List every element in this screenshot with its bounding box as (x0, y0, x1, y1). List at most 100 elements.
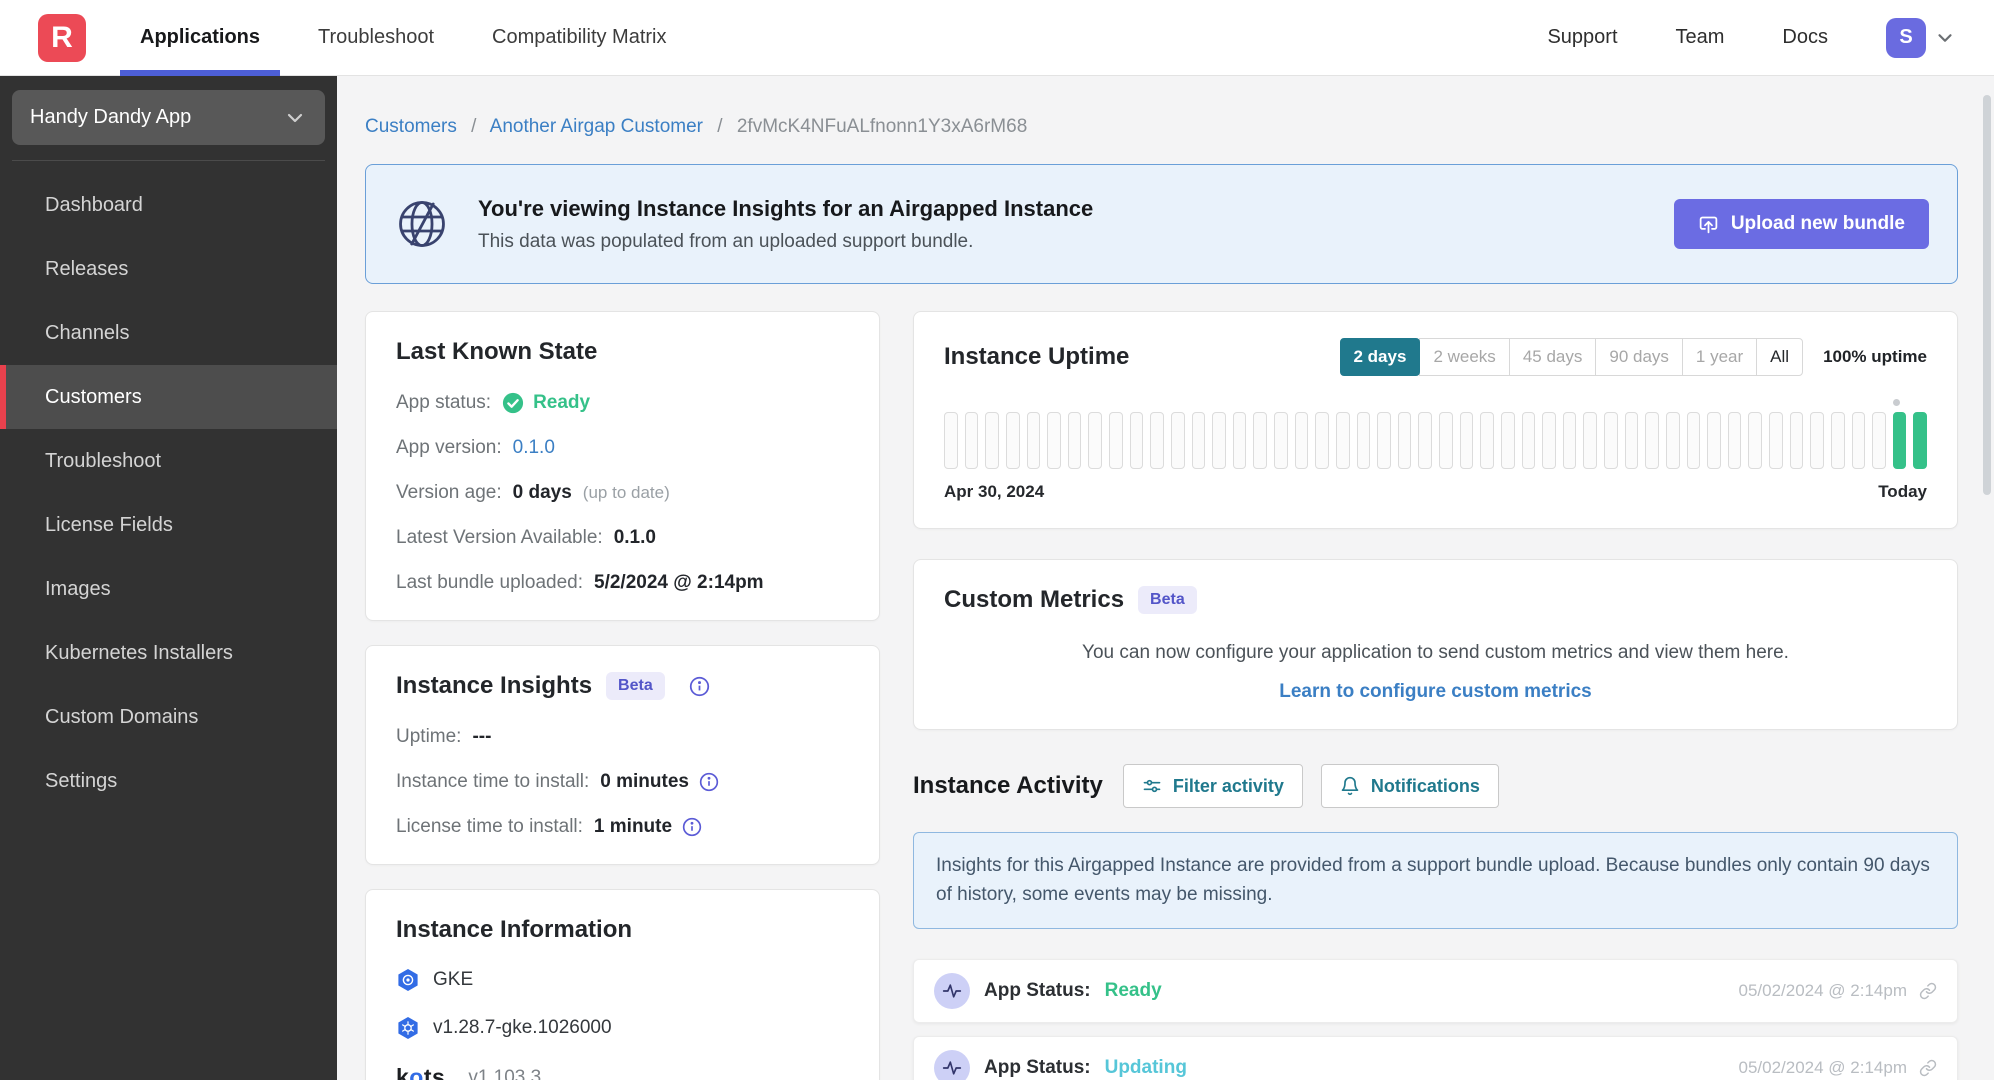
tab-applications[interactable]: Applications (119, 0, 281, 76)
sidebar-item-dashboard[interactable]: Dashboard (0, 173, 337, 237)
sidebar-item-custom-domains[interactable]: Custom Domains (0, 685, 337, 749)
uptime-bar-no-data[interactable] (1830, 412, 1845, 469)
link-icon[interactable] (1919, 1059, 1937, 1077)
uptime-bar-no-data[interactable] (1562, 412, 1577, 469)
uptime-bar-no-data[interactable] (1356, 412, 1371, 469)
uptime-bar-no-data[interactable] (1542, 412, 1556, 469)
info-icon[interactable] (682, 817, 702, 837)
link-icon[interactable] (1919, 982, 1937, 1000)
sidebar-item-troubleshoot[interactable]: Troubleshoot (0, 429, 337, 493)
uptime-end-date: Today (1878, 482, 1927, 501)
tab-troubleshoot[interactable]: Troubleshoot (314, 0, 438, 75)
uptime-bar-no-data[interactable] (1872, 412, 1886, 469)
range-1-year[interactable]: 1 year (1681, 338, 1758, 376)
range-2-weeks[interactable]: 2 weeks (1419, 338, 1510, 376)
uptime-bar-no-data[interactable] (1253, 412, 1267, 469)
uptime-bar-no-data[interactable] (1439, 412, 1453, 469)
configure-custom-metrics-link[interactable]: Learn to configure custom metrics (1279, 681, 1592, 702)
sidebar-item-channels[interactable]: Channels (0, 301, 337, 365)
uptime-bar-no-data[interactable] (1047, 412, 1061, 469)
info-icon[interactable] (699, 772, 719, 792)
chevron-down-icon (283, 106, 307, 130)
uptime-bar-no-data[interactable] (1521, 412, 1536, 469)
uptime-bar-no-data[interactable] (1769, 412, 1783, 469)
uptime-bar-no-data[interactable] (1645, 412, 1659, 469)
activity-event-row[interactable]: App Status: Ready 05/02/2024 @ 2:14pm (913, 958, 1958, 1023)
sidebar-item-images[interactable]: Images (0, 557, 337, 621)
uptime-bar-no-data[interactable] (1604, 412, 1618, 469)
sidebar-item-kubernetes-installers[interactable]: Kubernetes Installers (0, 621, 337, 685)
breadcrumb-separator: / (471, 116, 477, 137)
info-icon[interactable] (689, 676, 710, 697)
app-status-label: App status: (396, 392, 492, 413)
uptime-bar-no-data[interactable] (1810, 412, 1824, 469)
uptime-bar-no-data[interactable] (1624, 412, 1639, 469)
avatar[interactable]: S (1886, 17, 1926, 58)
sidebar-item-license-fields[interactable]: License Fields (0, 493, 337, 557)
uptime-bar-up[interactable] (1913, 412, 1927, 469)
uptime-bar-no-data[interactable] (1212, 412, 1226, 469)
notifications-button[interactable]: Notifications (1320, 764, 1499, 808)
uptime-bar-no-data[interactable] (1088, 412, 1102, 469)
uptime-bar-no-data[interactable] (1335, 412, 1350, 469)
uptime-bar-no-data[interactable] (1026, 412, 1041, 469)
chevron-down-icon (1934, 27, 1956, 49)
uptime-bar-up[interactable] (1892, 412, 1907, 469)
uptime-bar-no-data[interactable] (1150, 412, 1164, 469)
breadcrumb-customer-name[interactable]: Another Airgap Customer (490, 116, 703, 137)
uptime-bar-no-data[interactable] (1129, 412, 1144, 469)
filter-activity-button[interactable]: Filter activity (1122, 764, 1303, 808)
uptime-bar-no-data[interactable] (1377, 412, 1391, 469)
uptime-bar-no-data[interactable] (1727, 412, 1742, 469)
uptime-bar-no-data[interactable] (1232, 412, 1247, 469)
app-version-link[interactable]: 0.1.0 (513, 437, 555, 459)
uptime-bar-no-data[interactable] (1397, 412, 1412, 469)
uptime-bar-no-data[interactable] (1315, 412, 1329, 469)
uptime-start-date: Apr 30, 2024 (944, 482, 1045, 501)
range-2-days[interactable]: 2 days (1339, 338, 1421, 376)
uptime-bar-no-data[interactable] (1459, 412, 1474, 469)
uptime-bar-no-data[interactable] (1005, 412, 1020, 469)
uptime-bar-no-data[interactable] (1480, 412, 1494, 469)
uptime-bar-no-data[interactable] (1789, 412, 1804, 469)
activity-event-row[interactable]: App Status: Updating 05/02/2024 @ 2:14pm (913, 1035, 1958, 1080)
breadcrumb-customers[interactable]: Customers (365, 116, 457, 137)
card-title: Custom Metrics (944, 586, 1125, 613)
uptime-bar-no-data[interactable] (1274, 412, 1288, 469)
uptime-bar-no-data[interactable] (964, 412, 979, 469)
replicated-logo[interactable]: R (38, 13, 86, 62)
uptime-bar-no-data[interactable] (1191, 412, 1206, 469)
uptime-bar-no-data[interactable] (1665, 412, 1680, 469)
uptime-bar-no-data[interactable] (985, 412, 999, 469)
link-support[interactable]: Support (1547, 26, 1617, 49)
app-selector-dropdown[interactable]: Handy Dandy App (12, 90, 325, 145)
uptime-bar-no-data[interactable] (1707, 412, 1721, 469)
sidebar-item-releases[interactable]: Releases (0, 237, 337, 301)
range-all[interactable]: All (1756, 338, 1804, 376)
uptime-bar-no-data[interactable] (1748, 412, 1762, 469)
last-bundle-value: 5/2/2024 @ 2:14pm (594, 572, 764, 593)
upload-new-bundle-button[interactable]: Upload new bundle (1673, 199, 1929, 249)
sidebar-item-settings[interactable]: Settings (0, 749, 337, 813)
tab-compatibility-matrix[interactable]: Compatibility Matrix (488, 0, 670, 75)
link-team[interactable]: Team (1676, 26, 1725, 49)
account-menu[interactable]: S (1886, 17, 1956, 58)
upload-icon (1698, 214, 1719, 235)
range-45-days[interactable]: 45 days (1508, 338, 1597, 376)
uptime-bar-no-data[interactable] (1170, 412, 1185, 469)
uptime-bar-no-data[interactable] (1686, 412, 1701, 469)
uptime-bar-no-data[interactable] (1294, 412, 1309, 469)
uptime-bar-no-data[interactable] (1851, 412, 1866, 469)
page-scrollbar[interactable] (1983, 95, 1991, 495)
range-90-days[interactable]: 90 days (1595, 338, 1683, 376)
uptime-bar-no-data[interactable] (1500, 412, 1515, 469)
sidebar-item-customers[interactable]: Customers (0, 365, 337, 429)
link-docs[interactable]: Docs (1782, 26, 1828, 49)
uptime-bar-no-data[interactable] (1583, 412, 1597, 469)
kots-version-value: v1.103.3 (468, 1066, 542, 1080)
uptime-bar-no-data[interactable] (1418, 412, 1432, 469)
uptime-bar-no-data[interactable] (1109, 412, 1123, 469)
pulse-icon (934, 1049, 970, 1080)
uptime-bar-no-data[interactable] (1067, 412, 1082, 469)
uptime-bar-no-data[interactable] (944, 412, 958, 469)
